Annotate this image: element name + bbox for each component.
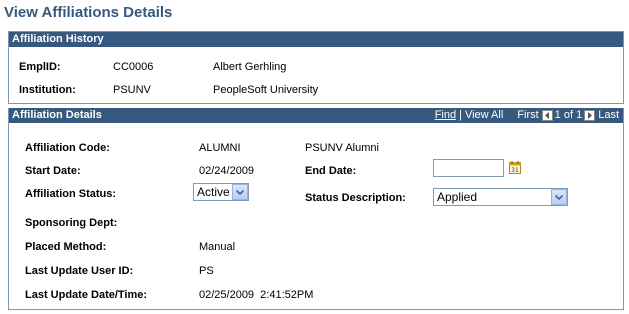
institution-name: PeopleSoft University	[213, 84, 319, 96]
row-count: 1 of 1	[554, 109, 583, 121]
start-date-label: Start Date:	[25, 165, 81, 177]
affiliation-details-section: Affiliation Details Find | View All Firs…	[8, 108, 624, 310]
status-description-select[interactable]: Applied	[433, 188, 568, 206]
last-update-user-label: Last Update User ID:	[25, 265, 134, 277]
last-label: Last	[598, 109, 619, 121]
affiliation-status-label: Affiliation Status:	[25, 188, 117, 200]
end-date-label: End Date:	[305, 165, 357, 177]
placed-method-value: Manual	[199, 241, 236, 253]
scroll-navigation: Find | View All First 1 of 1 Last	[435, 108, 619, 123]
last-update-datetime-label: Last Update Date/Time:	[25, 289, 148, 301]
affiliation-history-header: Affiliation History	[9, 32, 623, 47]
calendar-icon[interactable]: 31	[509, 161, 521, 177]
end-date-input[interactable]	[433, 159, 504, 177]
last-update-user-value: PS	[199, 265, 214, 277]
institution-label: Institution:	[19, 84, 76, 96]
affiliation-code-value: ALUMNI	[199, 142, 241, 154]
affiliation-code-description: PSUNV Alumni	[305, 142, 379, 154]
affiliation-history-section: Affiliation History EmplID: CC0006 Alber…	[8, 31, 624, 104]
institution-value: PSUNV	[113, 84, 151, 96]
first-label: First	[517, 109, 539, 121]
sponsoring-dept-label: Sponsoring Dept:	[25, 217, 118, 229]
employee-name: Albert Gerhling	[213, 61, 287, 73]
placed-method-label: Placed Method:	[25, 241, 107, 253]
svg-text:31: 31	[511, 167, 519, 174]
status-description-label: Status Description:	[305, 192, 406, 204]
right-arrow-icon[interactable]	[584, 110, 596, 121]
affiliation-status-value: Active	[197, 185, 230, 199]
affiliation-code-label: Affiliation Code:	[25, 142, 110, 154]
find-link[interactable]: Find	[435, 108, 456, 123]
chevron-down-icon[interactable]	[551, 189, 567, 205]
left-arrow-icon[interactable]	[541, 110, 553, 121]
emplid-label: EmplID:	[19, 61, 61, 73]
last-update-datetime-value: 02/25/2009 2:41:52PM	[199, 289, 314, 301]
page-title: View Affiliations Details	[4, 4, 173, 21]
affiliation-details-header: Affiliation Details Find | View All Firs…	[9, 108, 623, 123]
chevron-down-icon[interactable]	[232, 184, 248, 200]
emplid-value: CC0006	[113, 61, 154, 73]
affiliation-status-select[interactable]: Active	[193, 183, 249, 201]
view-all-link[interactable]: View All	[465, 108, 503, 123]
affiliation-details-title: Affiliation Details	[12, 109, 102, 121]
status-description-value: Applied	[437, 190, 478, 204]
start-date-value: 02/24/2009	[199, 165, 255, 177]
nav-separator: |	[459, 109, 462, 121]
